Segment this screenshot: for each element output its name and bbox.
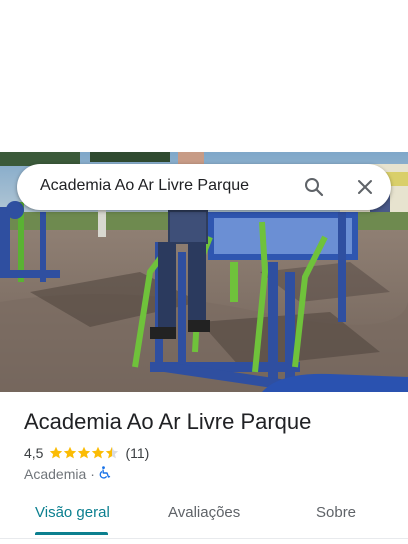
place-tabs: Visão geral Avaliações Sobre [0,496,408,536]
star-icon [106,446,119,459]
place-category: Academia [24,466,87,482]
star-icon [64,446,77,459]
search-bar[interactable]: Academia Ao Ar Livre Parque [17,164,391,210]
rating-row[interactable]: 4,5 (11) [24,444,149,462]
close-icon[interactable] [350,172,380,202]
wheelchair-icon [99,466,111,482]
tab-about[interactable]: Sobre [316,504,356,521]
search-icon[interactable] [299,172,329,202]
star-icon [78,446,91,459]
separator: · [90,466,95,482]
place-title: Academia Ao Ar Livre Parque [24,409,312,434]
rating-stars [49,446,119,460]
tab-reviews[interactable]: Avaliações [168,504,240,521]
tabs-divider [0,538,408,539]
search-input[interactable]: Academia Ao Ar Livre Parque [40,177,249,195]
rating-value: 4,5 [24,445,44,461]
review-count[interactable]: (11) [125,445,149,461]
active-tab-indicator [35,532,108,535]
star-icon [50,446,63,459]
star-icon [92,446,105,459]
tab-overview[interactable]: Visão geral [35,504,110,521]
category-row: Academia · [24,465,111,483]
blank-area [0,0,408,152]
